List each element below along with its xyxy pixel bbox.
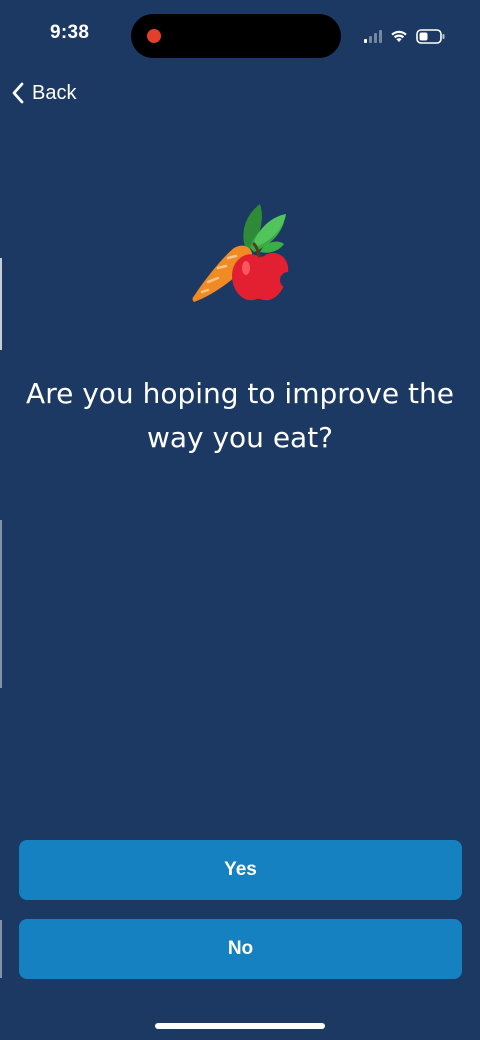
home-indicator[interactable] [155, 1023, 325, 1029]
status-bar: 9:38 [0, 0, 480, 72]
edge-divider [0, 520, 2, 688]
cellular-signal-icon [364, 29, 382, 43]
back-label: Back [32, 81, 77, 104]
yes-button[interactable]: Yes [19, 840, 462, 900]
status-icons [364, 26, 446, 46]
question-title: Are you hoping to improve the way you ea… [26, 377, 454, 454]
dynamic-island [131, 14, 341, 58]
no-button[interactable]: No [19, 919, 462, 979]
edge-divider [0, 920, 2, 978]
chevron-left-icon [12, 82, 24, 104]
edge-divider [0, 258, 2, 350]
status-time: 9:38 [50, 22, 90, 43]
carrot-and-apple-icon [192, 204, 292, 302]
battery-icon [416, 28, 445, 44]
recording-indicator-icon [147, 29, 161, 43]
back-button[interactable]: Back [10, 78, 76, 108]
wifi-icon [391, 30, 407, 42]
